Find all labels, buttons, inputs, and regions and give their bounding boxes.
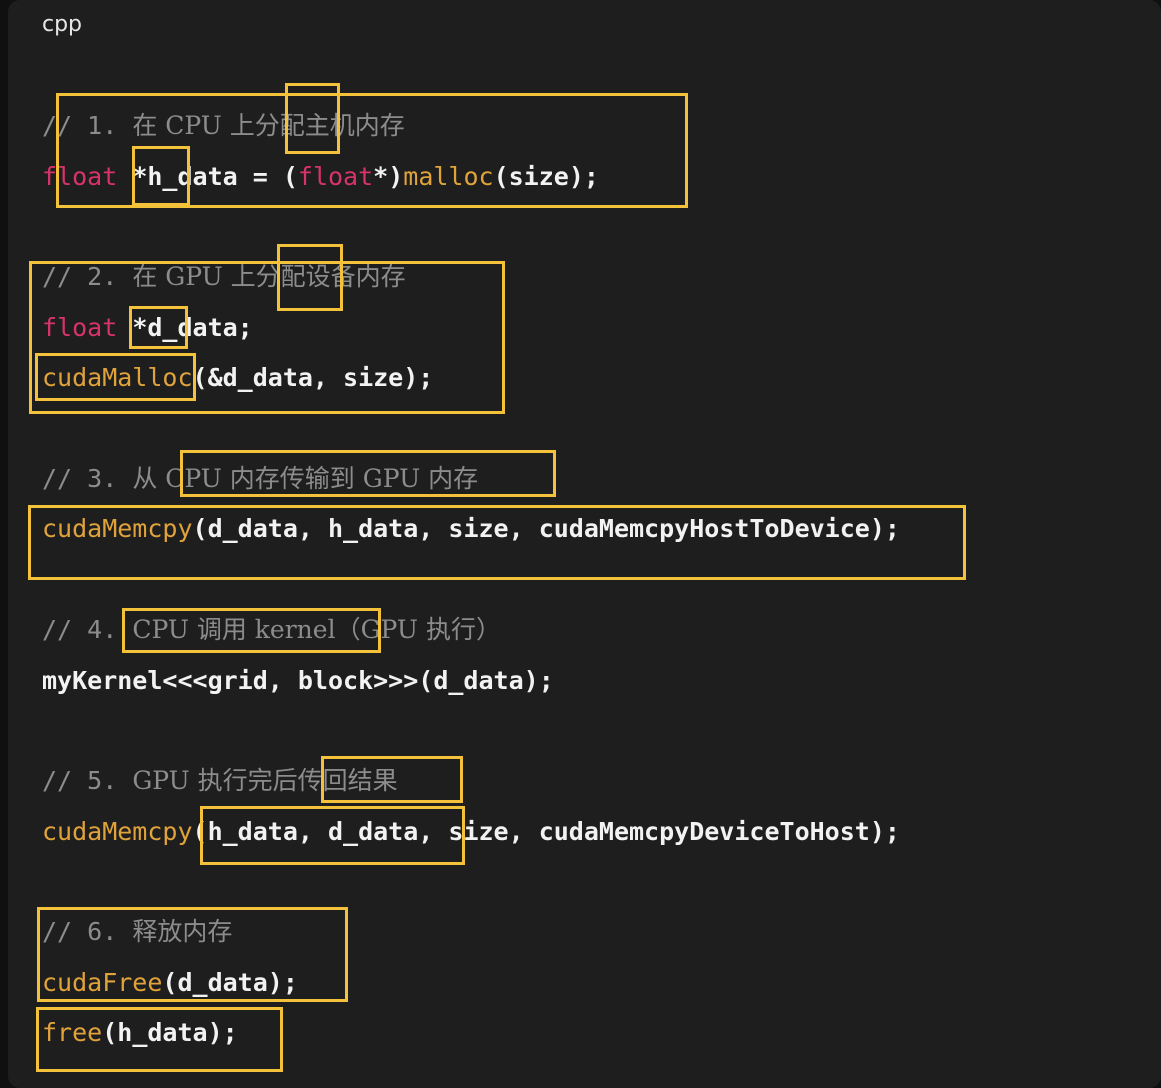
comment-prefix: // 5. [42, 766, 133, 795]
comment-prefix: // 4. [42, 615, 133, 644]
code-comment-line: // 5. GPU 执行完后传回结果 [42, 764, 398, 798]
comment-text: CPU 调用 kernel（GPU 执行） [132, 615, 501, 644]
code-text: *) [373, 162, 404, 191]
code-line: float *h_data = (float*)malloc(size); [42, 160, 599, 194]
function-name: cudaMemcpy [42, 817, 193, 846]
code-line: myKernel<<<grid, block>>>(d_data); [42, 664, 554, 698]
comment-text: 释放内存 [132, 917, 233, 946]
keyword: float [297, 162, 374, 191]
function-name: cudaFree [42, 968, 163, 997]
code-comment-line: // 2. 在 GPU 上分配设备内存 [42, 260, 406, 294]
code-text: *d_data; [117, 313, 253, 342]
code-line: free(h_data); [42, 1016, 238, 1050]
code-text: (&d_data, size); [192, 363, 434, 392]
comment-prefix: // 1. [42, 111, 133, 140]
keyword: float [42, 162, 118, 191]
code-line: cudaMalloc(&d_data, size); [42, 361, 433, 395]
code-text: (h_data); [102, 1018, 238, 1047]
function-name: free [42, 1018, 103, 1047]
function-name: malloc [403, 162, 494, 191]
code-text: *h_data = ( [117, 162, 298, 191]
code-line: float *d_data; [42, 311, 253, 345]
code-text: (size); [493, 162, 599, 191]
code-comment-line: // 3. 从 CPU 内存传输到 GPU 内存 [42, 462, 478, 496]
code-line: cudaMemcpy(h_data, d_data, size, cudaMem… [42, 815, 900, 849]
comment-prefix: // 3. [42, 464, 133, 493]
comment-prefix: // 6. [42, 917, 133, 946]
comment-text: 从 CPU 内存传输到 GPU 内存 [132, 464, 479, 493]
code-comment-line: // 1. 在 CPU 上分配主机内存 [42, 109, 405, 143]
comment-text: GPU 执行完后传回结果 [132, 766, 398, 795]
code-line: cudaFree(d_data); [42, 966, 298, 1000]
code-line: cudaMemcpy(d_data, h_data, size, cudaMem… [42, 512, 900, 546]
function-name: cudaMalloc [42, 363, 193, 392]
code-text: (d_data); [162, 968, 298, 997]
comment-text: 在 CPU 上分配主机内存 [132, 111, 405, 140]
comment-prefix: // 2. [42, 262, 133, 291]
comment-text: 在 GPU 上分配设备内存 [132, 262, 406, 291]
keyword: float [42, 313, 118, 342]
code-comment-line: // 6. 释放内存 [42, 915, 232, 949]
code-text: (d_data, h_data, size, cudaMemcpyHostToD… [192, 514, 900, 543]
code-text: myKernel<<<grid, block>>>(d_data); [42, 666, 554, 695]
code-content[interactable]: // 1. 在 CPU 上分配主机内存 float *h_data = (flo… [42, 0, 900, 1047]
function-name: cudaMemcpy [42, 514, 193, 543]
code-comment-line: // 4. CPU 调用 kernel（GPU 执行） [42, 613, 501, 647]
code-text: (h_data, d_data, size, cudaMemcpyDeviceT… [192, 817, 900, 846]
